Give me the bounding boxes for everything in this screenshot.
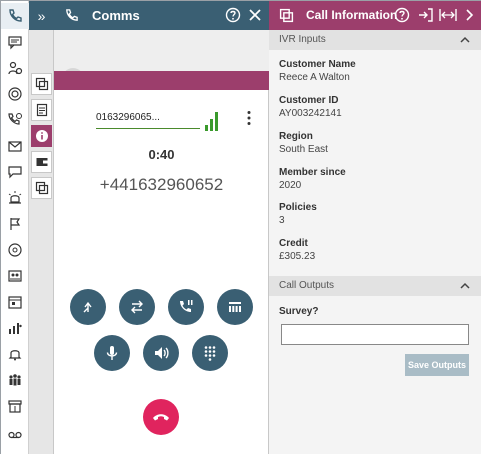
field-value: £305.23 [279, 251, 316, 262]
field-label: Member since [279, 167, 346, 178]
conference-button[interactable] [217, 289, 253, 325]
dialed-number: 0163296065... [96, 112, 160, 123]
speaker-icon [155, 347, 169, 359]
panel-tab-info-icon[interactable] [31, 125, 52, 147]
field-customer-id: Customer ID AY003242141 [279, 95, 342, 119]
transfer-button[interactable] [70, 289, 106, 325]
call-info-copy-icon [279, 8, 294, 23]
left-nav-rail [1, 1, 29, 454]
field-label: Customer ID [279, 95, 339, 106]
conference-icon [229, 302, 241, 312]
hold-button[interactable] [168, 289, 204, 325]
nav-calendar-icon[interactable] [1, 289, 29, 315]
field-label: Policies [279, 202, 317, 213]
nav-phone-icon[interactable] [1, 3, 29, 29]
more-options-icon[interactable] [246, 110, 252, 126]
nav-notifications-icon[interactable] [1, 341, 29, 367]
keypad-button[interactable] [192, 335, 228, 371]
field-member-since: Member since 2020 [279, 167, 346, 191]
comms-phone-icon [66, 9, 78, 21]
panel-tab-document-icon[interactable] [31, 99, 52, 121]
field-label: Region [279, 131, 313, 142]
end-call-icon [153, 414, 169, 421]
chevron-up-icon [460, 282, 470, 289]
pop-out-icon[interactable] [418, 8, 433, 22]
swap-button[interactable] [119, 289, 155, 325]
comms-panel: Comms 0163296065... 0:40 +441632960652 [54, 1, 269, 454]
field-policies: Policies 3 [279, 202, 317, 226]
app-frame: » Comms 0163296065... 0:40 +441632960652… [0, 0, 481, 454]
nav-building-icon[interactable] [1, 393, 29, 419]
panel-tab-copy-icon[interactable] [31, 73, 52, 95]
field-label: Customer Name [279, 59, 356, 70]
call-info-help-icon[interactable] [394, 7, 410, 23]
nav-email-icon[interactable] [1, 133, 29, 159]
field-label: Credit [279, 238, 308, 249]
nav-team-stats-icon[interactable] [1, 315, 29, 341]
field-customer-name: Customer Name Reece A Walton [279, 59, 356, 83]
expand-chevron-icon[interactable]: » [29, 1, 54, 30]
signal-strength-icon [205, 112, 218, 131]
phone-pause-icon [180, 300, 193, 312]
ivr-inputs-label: IVR Inputs [279, 34, 326, 45]
speaker-button[interactable] [143, 335, 179, 371]
dialpad-icon [204, 346, 216, 361]
mute-button[interactable] [94, 335, 130, 371]
nav-voicemail-icon[interactable] [1, 421, 29, 447]
microphone-icon [106, 346, 118, 360]
comms-header: Comms [54, 1, 269, 30]
call-info-title: Call Information [306, 8, 398, 22]
nav-flag-icon[interactable] [1, 211, 29, 237]
field-value: South East [279, 144, 328, 155]
nav-people-board-icon[interactable] [1, 263, 29, 289]
comms-toolbar [54, 30, 269, 90]
call-timer: 0:40 [148, 147, 175, 162]
field-value: AY003242141 [279, 108, 342, 119]
nav-user-status-icon[interactable] [1, 55, 29, 81]
field-value: 2020 [279, 180, 302, 191]
call-info-header: Call Information [269, 1, 481, 30]
close-icon[interactable] [249, 9, 261, 21]
call-outputs-label: Call Outputs [279, 280, 335, 291]
nav-call-history-icon[interactable] [1, 107, 29, 133]
panel-switcher-column: » [29, 1, 54, 454]
field-region: Region South East [279, 131, 328, 155]
field-credit: Credit £305.23 [279, 238, 315, 262]
field-value: Reece A Walton [279, 72, 350, 83]
nav-group-icon[interactable] [1, 367, 29, 393]
panel-tab-linked-icon[interactable] [31, 177, 52, 199]
dialed-number-underline [96, 128, 200, 129]
nav-chat-icon[interactable] [1, 29, 29, 55]
call-status-bar [54, 71, 269, 90]
expand-width-icon[interactable] [439, 8, 457, 22]
ivr-inputs-section-header[interactable]: IVR Inputs [269, 30, 481, 50]
collapse-panel-icon[interactable] [463, 8, 477, 22]
save-outputs-button[interactable]: Save Outputs [405, 354, 469, 376]
hangup-button[interactable] [143, 399, 179, 435]
call-outputs-section-header[interactable]: Call Outputs [269, 276, 481, 296]
caller-phone-number: +441632960652 [99, 175, 224, 194]
field-value: 3 [279, 215, 285, 226]
call-information-panel: Call Information IVR Inputs Customer Nam… [269, 1, 481, 454]
nav-messages-icon[interactable] [1, 159, 29, 185]
nav-support-icon[interactable] [1, 237, 29, 263]
help-icon[interactable] [225, 7, 241, 23]
survey-label: Survey? [279, 306, 319, 317]
survey-input[interactable] [281, 324, 469, 345]
panel-tab-wallet-icon[interactable] [31, 151, 52, 173]
nav-alert-icon[interactable] [1, 81, 29, 107]
comms-title: Comms [92, 8, 140, 23]
transfer-icon [83, 301, 92, 313]
chevron-up-icon [460, 36, 470, 43]
nav-alarm-icon[interactable] [1, 185, 29, 211]
swap-arrows-icon [131, 300, 143, 314]
